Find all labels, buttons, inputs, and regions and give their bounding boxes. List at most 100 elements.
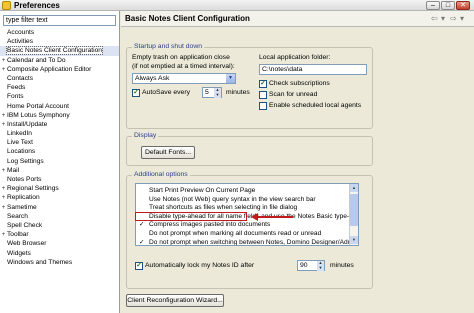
tree-item-label: Windows and Themes bbox=[7, 258, 73, 266]
window-title: Preferences bbox=[14, 1, 60, 10]
tree-item[interactable]: + Toolbar bbox=[0, 230, 119, 239]
tree-item[interactable]: Contacts bbox=[0, 74, 119, 83]
preferences-tree-pane: type filter text Accounts Activities Basic… bbox=[0, 11, 120, 313]
scan-unread-checkbox[interactable] bbox=[259, 91, 267, 99]
tree-item-label: Regional Settings bbox=[7, 185, 59, 193]
scroll-up-icon[interactable]: ▲ bbox=[350, 184, 358, 192]
tree-item[interactable]: Accounts bbox=[0, 28, 119, 37]
settings-pane: Basic Notes Client Configuration ⇦ ▾ ⇨ ▾… bbox=[121, 11, 474, 313]
spin-down-icon[interactable]: ▼ bbox=[317, 265, 324, 271]
autosave-checkbox[interactable]: ✓ bbox=[132, 89, 140, 97]
back-menu-icon[interactable]: ▾ bbox=[441, 14, 445, 23]
scroll-down-icon[interactable]: ▼ bbox=[350, 236, 358, 244]
client-reconfiguration-wizard-button[interactable]: Client Reconfiguration Wizard... bbox=[126, 294, 224, 307]
tree-item[interactable]: Search bbox=[0, 212, 119, 221]
tree-item[interactable]: LinkedIn bbox=[0, 129, 119, 138]
autosave-minutes-label: minutes bbox=[226, 89, 250, 96]
enable-agents-checkbox[interactable] bbox=[259, 102, 267, 110]
display-group-title: Display bbox=[132, 132, 159, 139]
tree-item-label: Activities bbox=[7, 38, 34, 46]
empty-trash-label: Empty trash on application close bbox=[132, 54, 230, 61]
page-title: Basic Notes Client Configuration bbox=[125, 14, 250, 23]
scan-unread-label: Scan for unread bbox=[269, 91, 318, 98]
tree-item-label: Fonts bbox=[7, 93, 24, 101]
tree-item-label: Replication bbox=[7, 194, 40, 202]
tree-item-label: Sametime bbox=[7, 203, 37, 211]
lock-id-value: 90 bbox=[300, 262, 308, 269]
tree-item[interactable]: + Mail bbox=[0, 166, 119, 175]
enable-agents-label: Enable scheduled local agents bbox=[269, 102, 362, 109]
check-icon: ✓ bbox=[139, 238, 145, 246]
tree-item[interactable]: + Composite Application Editor bbox=[0, 65, 119, 74]
tree-item-label: Contacts bbox=[7, 74, 34, 82]
tree-item[interactable]: Basic Notes Client Configuration bbox=[0, 46, 119, 56]
tree-item[interactable]: Fonts bbox=[0, 92, 119, 101]
autosave-value: 5 bbox=[205, 89, 209, 96]
option-item[interactable]: ✓ Do not prompt when switching between No… bbox=[139, 238, 358, 246]
filter-input[interactable]: type filter text bbox=[3, 15, 116, 26]
tree-item[interactable]: + Sametime bbox=[0, 203, 119, 212]
lock-id-minutes-label: minutes bbox=[330, 262, 354, 269]
tree-item[interactable]: + Replication bbox=[0, 193, 119, 202]
empty-trash-select-value: Always Ask bbox=[135, 75, 170, 82]
tree-item[interactable]: Windows and Themes bbox=[0, 258, 119, 267]
tree-item[interactable]: + IBM Lotus Symphony bbox=[0, 111, 119, 120]
tree-item[interactable]: Locations bbox=[0, 147, 119, 156]
tree-item[interactable]: Activities bbox=[0, 37, 119, 46]
app-icon bbox=[2, 1, 11, 10]
tree-item-label: Accounts bbox=[7, 29, 35, 36]
startup-group: Startup and shut down Empty trash on app… bbox=[126, 43, 373, 129]
check-subscriptions-checkbox[interactable]: ✓ bbox=[259, 80, 267, 88]
tree-item-label: Live Text bbox=[7, 139, 33, 147]
tree-item[interactable]: Widgets bbox=[0, 249, 119, 258]
option-label: Start Print Preview On Current Page bbox=[149, 187, 256, 194]
tree-item-label: Toolbar bbox=[7, 231, 29, 239]
tree-item[interactable]: Web Browser bbox=[0, 239, 119, 248]
highlight-box bbox=[135, 212, 247, 221]
local-folder-field[interactable]: C:\notes\data bbox=[259, 64, 367, 75]
lock-id-label: Automatically lock my Notes ID after bbox=[145, 262, 255, 269]
options-scrollbar[interactable]: ▲ ▼ bbox=[349, 184, 358, 245]
tree-item[interactable]: + Regional Settings bbox=[0, 184, 119, 193]
tree-item[interactable]: + Calendar and To Do bbox=[0, 56, 119, 65]
scroll-thumb[interactable] bbox=[350, 194, 358, 226]
tree-item-label: Web Browser bbox=[7, 240, 47, 248]
close-button[interactable]: ✕ bbox=[456, 1, 470, 10]
additional-options-group: Additional options Start Print Preview O… bbox=[126, 171, 373, 289]
empty-trash-select[interactable]: Always Ask ▼ bbox=[132, 73, 236, 84]
tree-item-label: Home Portal Account bbox=[7, 102, 69, 110]
annotation-arrow-icon bbox=[251, 213, 258, 221]
tree-item[interactable]: Notes Ports bbox=[0, 175, 119, 184]
tree-item[interactable]: Log Settings bbox=[0, 157, 119, 166]
option-label: Compress images pasted into documents bbox=[149, 221, 271, 229]
tree-item-label: LinkedIn bbox=[7, 130, 32, 138]
forward-menu-icon[interactable]: ▾ bbox=[460, 14, 464, 23]
default-fonts-button[interactable]: Default Fonts... bbox=[141, 146, 195, 159]
display-group: Display Default Fonts... bbox=[126, 132, 373, 166]
option-label: Use Notes (not Web) query syntax in the … bbox=[149, 195, 316, 203]
tree-item[interactable]: Home Portal Account bbox=[0, 102, 119, 111]
minimize-button[interactable]: – bbox=[426, 1, 440, 10]
preferences-tree: Accounts Activities Basic Notes Client Con… bbox=[0, 28, 119, 267]
tree-item[interactable]: Spell Check bbox=[0, 221, 119, 230]
tree-item-label: Widgets bbox=[7, 249, 31, 257]
tree-item-label: Install/Update bbox=[7, 120, 48, 128]
autosave-spinner[interactable]: 5 ▲ ▼ bbox=[202, 87, 222, 98]
lock-id-spinner[interactable]: 90 ▲ ▼ bbox=[297, 260, 325, 271]
tree-item[interactable]: Live Text bbox=[0, 138, 119, 147]
forward-icon[interactable]: ⇨ bbox=[450, 14, 457, 23]
chevron-down-icon[interactable]: ▼ bbox=[226, 74, 235, 83]
tree-item-label: Locations bbox=[7, 148, 36, 156]
back-icon[interactable]: ⇦ bbox=[431, 14, 438, 23]
tree-item[interactable]: Feeds bbox=[0, 83, 119, 92]
maximize-button[interactable]: □ bbox=[441, 1, 455, 10]
tree-item[interactable]: + Install/Update bbox=[0, 120, 119, 129]
local-folder-label: Local application folder: bbox=[259, 54, 331, 61]
spin-down-icon[interactable]: ▼ bbox=[214, 92, 221, 98]
autosave-label: AutoSave every bbox=[142, 89, 190, 96]
title-bar: Preferences – □ ✕ bbox=[0, 0, 474, 11]
additional-options-title: Additional options bbox=[132, 171, 190, 178]
lock-id-checkbox[interactable]: ✓ bbox=[135, 262, 143, 270]
option-label: Do not prompt when marking all documents… bbox=[149, 230, 322, 237]
option-label: Treat shortcuts as files when selecting … bbox=[149, 204, 298, 212]
